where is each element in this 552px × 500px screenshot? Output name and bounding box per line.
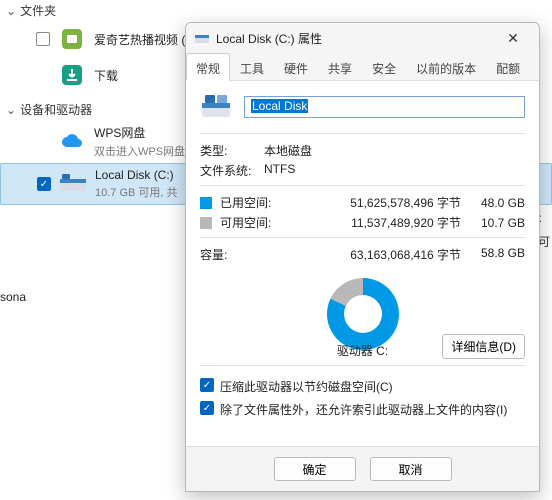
usage-donut-chart xyxy=(327,278,399,350)
app-icon xyxy=(58,25,86,53)
cancel-button[interactable]: 取消 xyxy=(370,457,452,481)
chevron-down-icon: ⌄ xyxy=(6,103,16,117)
free-swatch-icon xyxy=(200,217,212,229)
tab-hardware[interactable]: 硬件 xyxy=(274,53,318,80)
item-label: WPS网盘 xyxy=(94,124,185,141)
type-label: 类型: xyxy=(200,142,264,159)
tab-content: Local Disk 类型:本地磁盘 文件系统:NTFS 已用空间: 51,62… xyxy=(186,81,539,446)
properties-dialog: Local Disk (C:) 属性 ✕ 常规 工具 硬件 共享 安全 以前的版… xyxy=(185,22,540,492)
used-bytes: 51,625,578,496 字节 xyxy=(278,194,469,211)
index-label: 除了文件属性外，还允许索引此驱动器上文件的内容(I) xyxy=(220,401,507,418)
item-label: 下载 xyxy=(94,67,118,84)
tab-sharing[interactable]: 共享 xyxy=(318,53,362,80)
disk-icon xyxy=(59,170,87,198)
item-label: Local Disk (C:) xyxy=(95,168,178,182)
used-swatch-icon xyxy=(200,197,212,209)
capacity-label: 容量: xyxy=(200,246,278,263)
type-value: 本地磁盘 xyxy=(264,142,525,159)
checkbox-checked-icon[interactable]: ✓ xyxy=(200,378,214,392)
chevron-down-icon: ⌄ xyxy=(6,4,16,18)
header-label: 设备和驱动器 xyxy=(20,101,92,118)
dialog-footer: 确定 取消 xyxy=(186,446,539,491)
checkbox-icon[interactable]: ✓ xyxy=(37,177,51,191)
used-gb: 48.0 GB xyxy=(469,196,525,210)
ok-button[interactable]: 确定 xyxy=(274,457,356,481)
item-sublabel: 双击进入WPS网盘 xyxy=(94,143,185,159)
cloud-icon xyxy=(58,128,86,156)
checkbox-checked-icon[interactable]: ✓ xyxy=(200,401,214,415)
tab-previous[interactable]: 以前的版本 xyxy=(406,53,486,80)
download-icon xyxy=(58,61,86,89)
drive-label: 驱动器 C: xyxy=(337,342,388,359)
filesystem-value: NTFS xyxy=(264,162,525,179)
index-checkbox-row[interactable]: ✓ 除了文件属性外，还允许索引此驱动器上文件的内容(I) xyxy=(200,401,525,418)
dialog-title: Local Disk (C:) 属性 xyxy=(216,30,493,47)
free-gb: 10.7 GB xyxy=(469,216,525,230)
free-label: 可用空间: xyxy=(220,214,278,231)
disk-name-input[interactable]: Local Disk xyxy=(244,96,525,118)
free-bytes: 11,537,489,920 字节 xyxy=(278,214,469,231)
item-sublabel: 10.7 GB 可用, 共 xyxy=(95,184,178,200)
capacity-bytes: 63,163,068,416 字节 xyxy=(278,246,469,263)
tab-security[interactable]: 安全 xyxy=(362,53,406,80)
cutoff-text: sona xyxy=(0,290,26,304)
compress-label: 压缩此驱动器以节约磁盘空间(C) xyxy=(220,378,393,395)
tab-general[interactable]: 常规 xyxy=(186,53,230,81)
close-button[interactable]: ✕ xyxy=(493,24,533,52)
folders-header[interactable]: ⌄ 文件夹 xyxy=(0,0,552,21)
filesystem-label: 文件系统: xyxy=(200,162,264,179)
compress-checkbox-row[interactable]: ✓ 压缩此驱动器以节约磁盘空间(C) xyxy=(200,378,525,395)
selected-text: Local Disk xyxy=(251,99,308,113)
header-label: 文件夹 xyxy=(20,2,56,19)
tab-bar: 常规 工具 硬件 共享 安全 以前的版本 配额 xyxy=(186,53,539,81)
details-button[interactable]: 详细信息(D) xyxy=(442,334,525,359)
titlebar[interactable]: Local Disk (C:) 属性 ✕ xyxy=(186,23,539,53)
tab-tools[interactable]: 工具 xyxy=(230,53,274,80)
disk-icon-large xyxy=(200,91,232,123)
checkbox-icon[interactable] xyxy=(36,32,50,46)
disk-icon xyxy=(194,30,210,46)
used-label: 已用空间: xyxy=(220,194,278,211)
tab-quota[interactable]: 配额 xyxy=(486,53,530,80)
item-label: 爱奇艺热播视频 (32 xyxy=(94,31,199,48)
capacity-gb: 58.8 GB xyxy=(469,246,525,263)
